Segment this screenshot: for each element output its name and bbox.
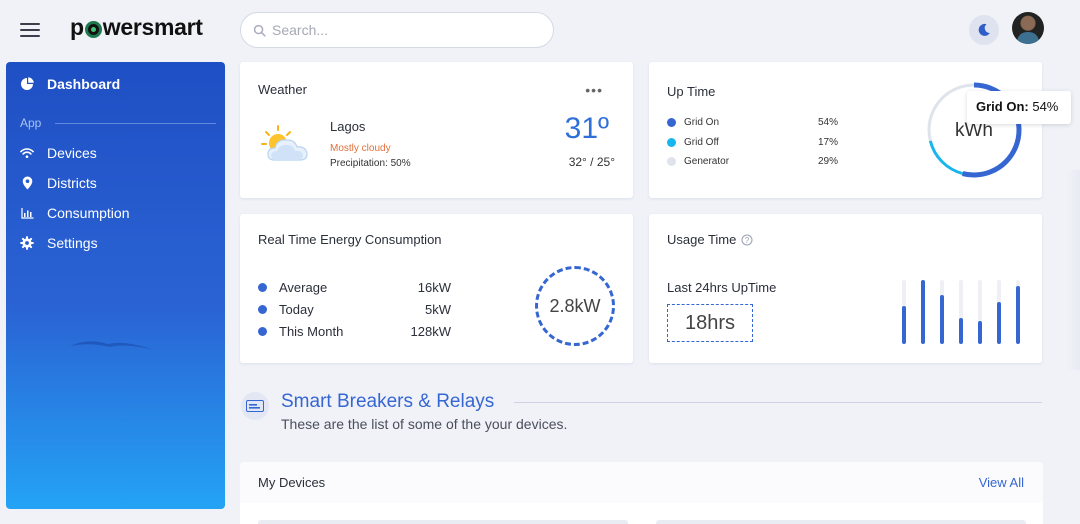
usage-bar-track (997, 280, 1001, 344)
help-circle-icon[interactable]: ? (741, 234, 753, 246)
chart-tooltip: Grid On: 54% (967, 91, 1071, 124)
realtime-label: Average (279, 280, 328, 295)
usage-bar (978, 320, 982, 344)
cloud-sun-icon (261, 125, 308, 161)
realtime-title: Real Time Energy Consumption (258, 232, 442, 247)
app-logo: p wersmart (70, 14, 203, 40)
section-subtitle: These are the list of some of the your d… (281, 416, 568, 432)
theme-toggle-button[interactable] (969, 15, 999, 45)
usage-bar (902, 305, 906, 344)
wifi-icon (20, 146, 34, 160)
sidebar-item-settings[interactable]: Settings (20, 235, 98, 251)
usage-bar-track (978, 280, 982, 344)
gear-icon (20, 236, 34, 250)
my-devices-list (240, 503, 1043, 524)
legend-label: Grid On (684, 117, 720, 129)
sidebar-item-label: Consumption (47, 205, 130, 221)
realtime-value: 5kW (425, 302, 451, 317)
legend-value: 29% (818, 156, 839, 168)
my-devices-header: My Devices View All (240, 462, 1043, 504)
weather-temperature: 31º (564, 112, 609, 145)
legend-value: 54% (818, 117, 839, 129)
avatar[interactable] (1012, 12, 1044, 44)
usage-bar (1016, 286, 1020, 344)
sidebar-section-app: App (20, 116, 216, 130)
usage-title-wrap: Usage Time ? (667, 232, 753, 247)
view-all-link[interactable]: View All (979, 475, 1024, 490)
section-title: Smart Breakers & Relays (281, 391, 495, 412)
usage-bar-track (959, 280, 963, 344)
legend-value: 17% (818, 136, 839, 148)
usage-subtitle: Last 24hrs UpTime (667, 280, 777, 295)
legend-label: Grid Off (684, 136, 719, 148)
usage-bar (940, 295, 944, 344)
uptime-legend: Grid On 54% Grid Off 17% Generator 29% (667, 113, 858, 172)
sidebar-section-label: App (20, 116, 42, 130)
tooltip-label: Grid On: (976, 99, 1029, 114)
realtime-label: This Month (279, 324, 344, 339)
more-options-icon[interactable]: ••• (585, 82, 603, 98)
device-card[interactable] (656, 520, 1026, 524)
legend-item-generator: Generator 29% (667, 152, 858, 172)
usage-title: Usage Time (667, 232, 737, 247)
bar-chart-icon (20, 206, 34, 220)
location-pin-icon (20, 176, 34, 190)
weather-precipitation: Precipitation: 50% (330, 158, 411, 169)
realtime-row-average: Average 16kW (258, 280, 451, 295)
breaker-icon (241, 392, 269, 420)
scroll-shadow (1066, 170, 1080, 370)
weather-condition: Mostly cloudy (330, 143, 391, 154)
usage-bar-track (1016, 280, 1020, 344)
usage-time-card: Usage Time ? Last 24hrs UpTime 18hrs (649, 214, 1042, 363)
search-icon (253, 24, 266, 37)
realtime-value: 128kW (410, 324, 451, 339)
usage-bar-chart (902, 280, 1035, 344)
sidebar-item-dashboard[interactable]: Dashboard (20, 76, 120, 92)
sidebar-item-consumption[interactable]: Consumption (20, 205, 130, 221)
sidebar-item-label: Districts (47, 175, 97, 191)
realtime-row-month: This Month 128kW (258, 324, 451, 339)
moon-icon (978, 23, 990, 36)
sidebar: Dashboard App Devices Districts Consumpt… (6, 62, 225, 509)
sidebar-item-devices[interactable]: Devices (20, 145, 97, 161)
realtime-energy-card: Real Time Energy Consumption Average 16kW… (240, 214, 633, 363)
usage-bar (959, 318, 963, 344)
legend-item-grid-on: Grid On 54% (667, 113, 858, 133)
usage-bar-track (940, 280, 944, 344)
section-divider (514, 402, 1042, 403)
device-card[interactable] (258, 520, 628, 524)
sidebar-item-label: Settings (47, 235, 98, 251)
my-devices-title: My Devices (258, 475, 326, 490)
usage-bar (997, 301, 1001, 344)
realtime-label: Today (279, 302, 314, 317)
weather-title: Weather (258, 82, 307, 97)
legend-label: Generator (684, 156, 730, 168)
usage-value: 18hrs (667, 304, 753, 342)
usage-bar-track (902, 280, 906, 344)
pie-chart-icon (20, 77, 34, 91)
realtime-row-today: Today 5kW (258, 302, 451, 317)
usage-bar-track (921, 280, 925, 344)
bird-decoration (70, 341, 154, 350)
weather-city: Lagos (330, 119, 366, 134)
search-input[interactable] (272, 22, 522, 38)
tooltip-value: 54% (1032, 99, 1059, 114)
sidebar-item-label: Devices (47, 145, 97, 161)
weather-card: Weather ••• Lagos Mostly cloudy Precipit… (240, 62, 633, 198)
legend-item-grid-off: Grid Off 17% (667, 133, 858, 153)
hamburger-icon[interactable] (20, 23, 40, 37)
uptime-card: Up Time Grid On 54% Grid Off 17% Generator… (649, 62, 1042, 198)
usage-bar (921, 280, 925, 344)
current-consumption-indicator: 2.8kW (535, 266, 615, 346)
realtime-value: 16kW (417, 280, 451, 295)
weather-range: 32° / 25° (568, 155, 615, 169)
uptime-title: Up Time (667, 84, 716, 99)
svg-text:?: ? (745, 236, 750, 245)
sidebar-item-label: Dashboard (47, 76, 121, 92)
sidebar-item-districts[interactable]: Districts (20, 175, 97, 191)
search-bar[interactable] (240, 12, 554, 48)
